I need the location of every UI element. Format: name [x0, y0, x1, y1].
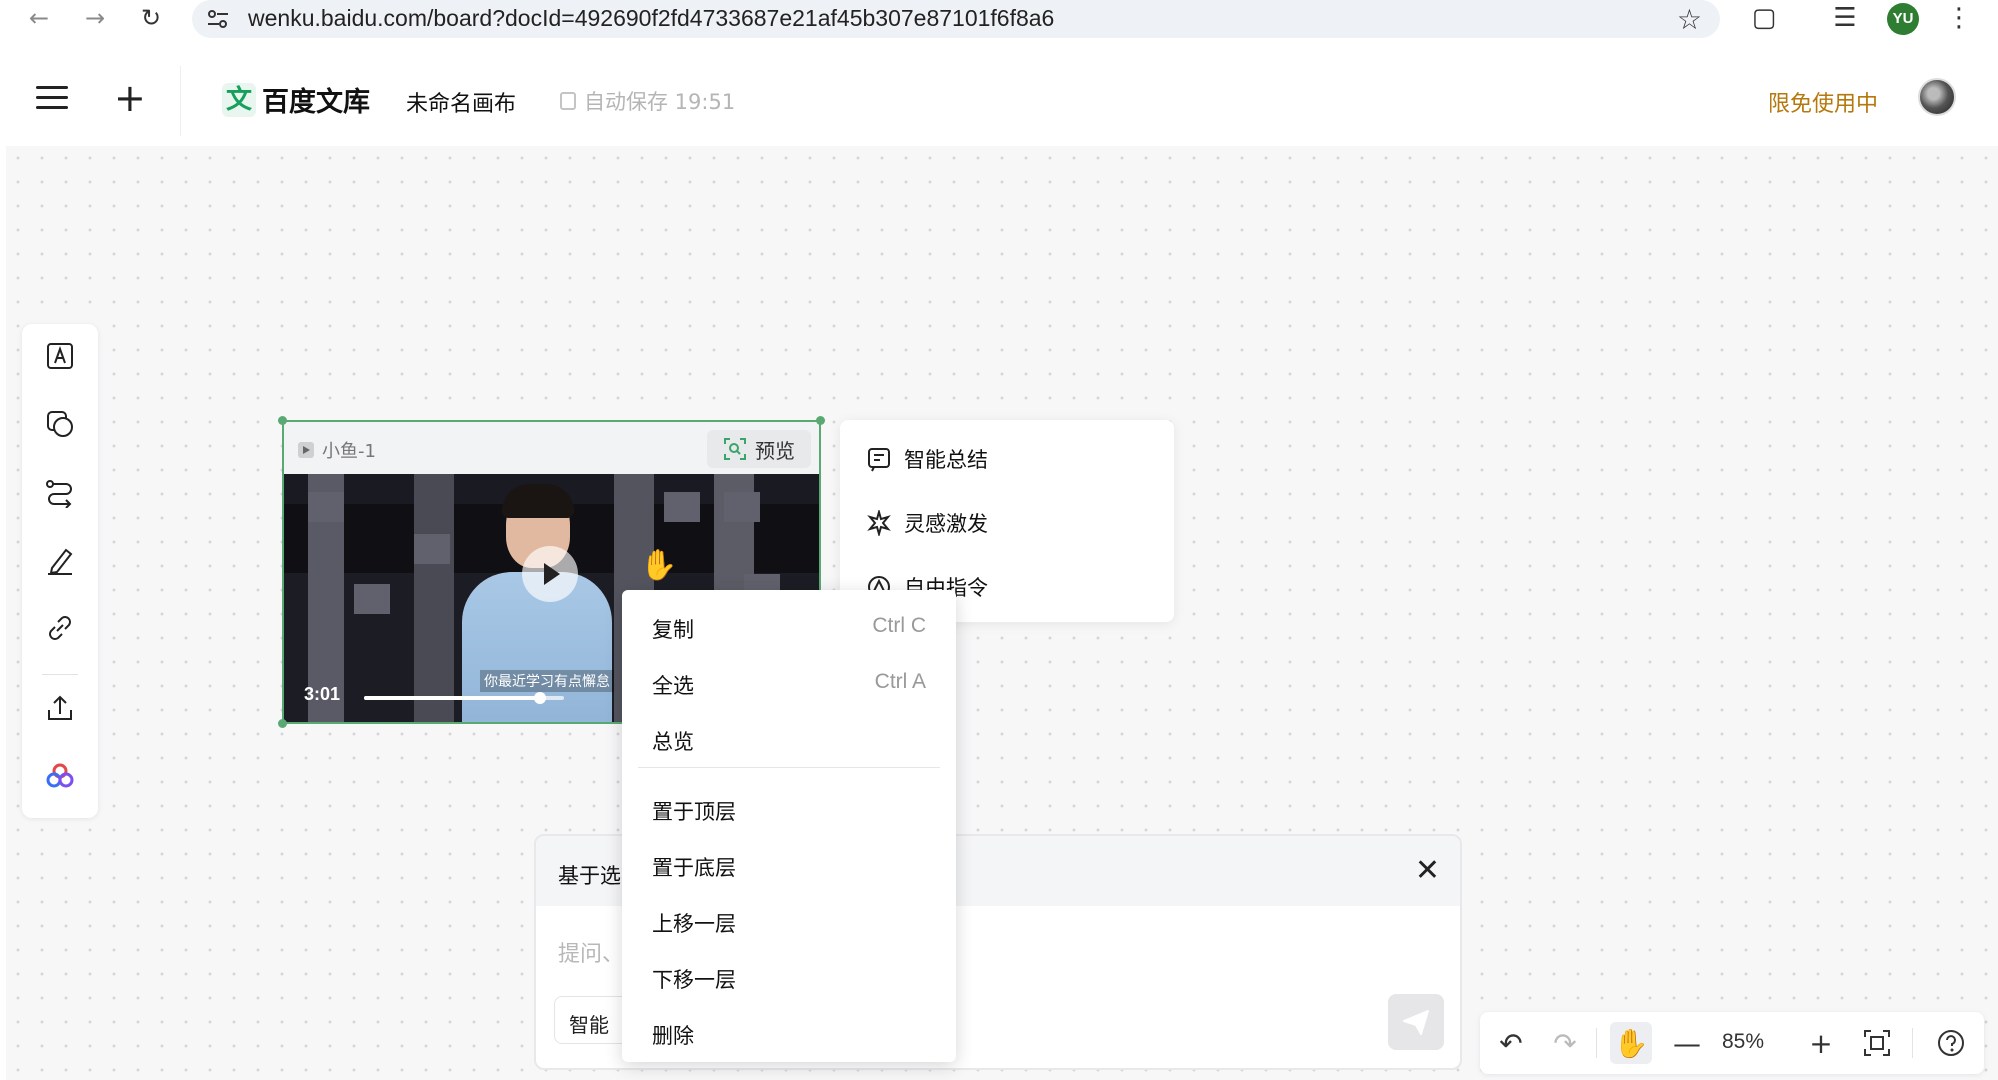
app-header: + 文 百度文库 未命名画布 自动保存 19:51 限免使用中 [6, 54, 1998, 146]
ai-menu-item-inspiration[interactable]: 灵感激发 [866, 508, 988, 538]
context-menu-item-overview[interactable]: 总览 [622, 716, 956, 760]
stage-screen-block [664, 492, 700, 522]
context-menu: 复制 Ctrl C 全选 Ctrl A 总览 置于顶层 置于底层 上移一层 下移… [622, 590, 956, 1062]
context-menu-label: 上移一层 [652, 912, 736, 936]
send-icon [1403, 1010, 1429, 1035]
context-menu-label: 全选 [652, 674, 694, 698]
zoom-level[interactable]: 85% [1722, 1030, 1764, 1054]
context-menu-label: 置于顶层 [652, 800, 736, 824]
zoom-toolbar-divider [1912, 1028, 1913, 1058]
extensions-icon[interactable]: ▢ [1747, 3, 1781, 33]
context-menu-item-bring-forward[interactable]: 上移一层 [622, 898, 956, 942]
video-card-header: 小鱼-1 预览 [284, 422, 819, 474]
context-menu-label: 复制 [652, 618, 694, 642]
toolbar-divider [42, 674, 78, 675]
video-duration: 3:01 [304, 684, 341, 704]
video-subtitle: 你最近学习有点懈怠 [480, 670, 614, 692]
link-tool-icon[interactable] [42, 610, 78, 646]
media-control-icon[interactable]: ☰ [1828, 3, 1862, 33]
logo[interactable]: 文 百度文库 [222, 80, 370, 119]
stage-screen-block [354, 584, 390, 614]
context-menu-label: 总览 [652, 730, 694, 754]
document-title[interactable]: 未命名画布 [406, 86, 516, 118]
undo-icon[interactable]: ↶ [1490, 1022, 1532, 1064]
zoom-toolbar-divider [1596, 1028, 1597, 1058]
hand-cursor-icon: ✋ [640, 548, 678, 583]
hamburger-menu-icon[interactable] [36, 86, 68, 110]
free-usage-label[interactable]: 限免使用中 [1768, 86, 1878, 118]
ai-menu-item-summary[interactable]: 智能总结 [866, 444, 988, 474]
resize-handle-top-left[interactable] [278, 416, 287, 425]
summary-icon [868, 448, 890, 472]
send-button[interactable] [1388, 994, 1444, 1050]
save-icon [560, 92, 576, 110]
inspiration-icon [867, 510, 891, 536]
zoom-in-icon[interactable]: + [1800, 1022, 1842, 1064]
context-menu-item-bring-to-front[interactable]: 置于顶层 [622, 786, 956, 830]
browser-toolbar: ← → ↻ wenku.baidu.com/board?docId=492690… [0, 0, 1998, 40]
forward-icon[interactable]: → [80, 3, 110, 33]
url-text[interactable]: wenku.baidu.com/board?docId=492690f2fd47… [248, 5, 1054, 32]
ai-menu-label: 智能总结 [904, 448, 988, 472]
ai-menu-label: 灵感激发 [904, 512, 988, 536]
context-menu-label: 置于底层 [652, 856, 736, 880]
zoom-toolbar: ↶ ↷ ✋ — 85% + [1480, 1012, 1984, 1074]
video-file-icon [298, 442, 314, 458]
more-menu-icon[interactable]: ⋮ [1942, 3, 1976, 33]
context-menu-label: 下移一层 [652, 968, 736, 992]
redo-icon[interactable]: ↷ [1544, 1022, 1586, 1064]
pen-tool-icon[interactable] [42, 542, 78, 578]
preview-icon [724, 438, 746, 460]
context-menu-shortcut: Ctrl A [874, 670, 926, 693]
preview-label: 预览 [755, 438, 795, 463]
context-menu-item-send-backward[interactable]: 下移一层 [622, 954, 956, 998]
context-menu-item-delete[interactable]: 删除 [622, 1010, 956, 1054]
video-progress-knob[interactable] [534, 692, 546, 704]
context-menu-item-select-all[interactable]: 全选 Ctrl A [622, 660, 956, 704]
reload-icon[interactable]: ↻ [136, 3, 166, 33]
close-icon[interactable]: ✕ [1415, 854, 1440, 888]
ai-apps-icon[interactable] [42, 758, 78, 794]
text-tool-icon[interactable] [42, 338, 78, 374]
prompt-panel-title: 基于选 [558, 864, 621, 888]
context-menu-divider [638, 767, 940, 768]
zoom-out-icon[interactable]: — [1666, 1022, 1708, 1064]
person-hair [502, 484, 574, 518]
shape-tool-icon[interactable] [42, 406, 78, 442]
left-toolbar [22, 324, 98, 818]
video-progress-bar[interactable] [364, 692, 564, 704]
prompt-input[interactable]: 提问、 [558, 936, 624, 968]
video-title-text: 小鱼-1 [322, 441, 376, 462]
context-menu-item-send-to-back[interactable]: 置于底层 [622, 842, 956, 886]
context-menu-label: 删除 [652, 1024, 694, 1048]
preview-button[interactable]: 预览 [707, 430, 811, 468]
stage-screen-block [414, 534, 450, 564]
bookmark-star-icon[interactable]: ☆ [1677, 3, 1702, 36]
context-menu-shortcut: Ctrl C [872, 614, 926, 637]
stage-screen-block [724, 492, 760, 522]
upload-tool-icon[interactable] [42, 690, 78, 726]
logo-text: 百度文库 [262, 87, 370, 118]
header-divider [180, 66, 181, 136]
stage-screen-block [308, 492, 344, 522]
autosave-text: 自动保存 19:51 [584, 90, 736, 114]
video-progress-fill [364, 696, 540, 700]
profile-avatar[interactable]: YU [1887, 3, 1919, 35]
new-canvas-icon[interactable]: + [114, 76, 146, 120]
address-bar[interactable]: wenku.baidu.com/board?docId=492690f2fd47… [192, 0, 1720, 38]
autosave-status: 自动保存 19:51 [560, 86, 735, 116]
video-title: 小鱼-1 [298, 437, 376, 463]
resize-handle-top-right[interactable] [816, 416, 825, 425]
site-settings-icon[interactable] [206, 8, 230, 30]
help-icon[interactable] [1930, 1022, 1972, 1064]
back-icon[interactable]: ← [24, 3, 54, 33]
resize-handle-bottom-left[interactable] [278, 719, 287, 728]
user-avatar[interactable] [1918, 78, 1956, 116]
fit-screen-icon[interactable] [1856, 1022, 1898, 1064]
logo-mark: 文 [222, 82, 256, 117]
hand-tool-icon[interactable]: ✋ [1610, 1022, 1652, 1064]
play-icon[interactable] [522, 546, 578, 602]
context-menu-item-copy[interactable]: 复制 Ctrl C [622, 604, 956, 648]
connector-tool-icon[interactable] [42, 474, 78, 510]
